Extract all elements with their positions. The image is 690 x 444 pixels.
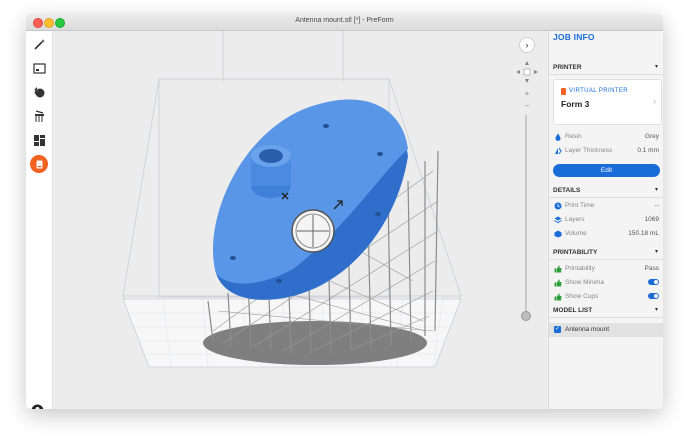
layout-icon[interactable]: [30, 59, 48, 77]
collapse-panel-button[interactable]: ›: [519, 37, 535, 53]
zoom-in-button[interactable]: +: [520, 89, 534, 99]
chevron-down-icon: ▾: [654, 187, 658, 193]
show-cups-toggle[interactable]: [648, 293, 659, 299]
layer-slider-handle[interactable]: [521, 311, 531, 321]
printer-name: Form 3: [561, 99, 590, 109]
title-bar: Antenna mount.stl [*] - PreForm: [26, 14, 663, 31]
printability-section-header[interactable]: PRINTABILITY ▾: [549, 247, 663, 260]
details-section-header[interactable]: DETAILS ▾: [549, 185, 663, 198]
resin-drop-icon: [555, 133, 561, 141]
model-list-section-header[interactable]: MODEL LIST ▾: [549, 305, 663, 318]
window-title: Antenna mount.stl [*] - PreForm: [295, 17, 394, 24]
volume-icon: [554, 230, 562, 238]
printer-section-header[interactable]: PRINTER ▾: [549, 62, 663, 75]
zoom-out-button[interactable]: –: [520, 101, 534, 111]
magic-wand-icon[interactable]: [30, 35, 48, 53]
layers-row: Layers 1069: [549, 214, 663, 226]
account-icon[interactable]: [31, 404, 44, 409]
app-window: Antenna mount.stl [*] - PreForm › + – JO…: [26, 14, 663, 409]
chevron-down-icon: ▾: [654, 249, 658, 255]
resin-row: Resin Grey: [549, 131, 663, 143]
chevron-down-icon: ▾: [654, 64, 658, 70]
orient-icon[interactable]: [30, 83, 48, 101]
show-minima-toggle[interactable]: [648, 279, 659, 285]
virtual-printer-card[interactable]: VIRTUAL PRINTER Form 3 ›: [553, 79, 662, 125]
print-time-row: Print Time --: [549, 200, 663, 212]
edit-printer-button[interactable]: Edit: [553, 164, 660, 177]
printer-icon: [561, 88, 566, 95]
layer-thickness-row: Layer Thickness 0.1 mm: [549, 145, 663, 157]
chevron-down-icon: ▾: [654, 307, 658, 313]
left-toolbar: [26, 31, 53, 409]
thumbs-up-icon: [554, 279, 562, 287]
chevron-right-icon: ›: [653, 96, 656, 106]
job-info-panel: JOB INFO PRINTER ▾ VIRTUAL PRINTER Form …: [548, 31, 663, 409]
grid-layout-icon[interactable]: [30, 131, 48, 149]
volume-row: Volume 150.18 mL: [549, 228, 663, 240]
show-cups-row: Show Cups: [549, 291, 663, 303]
3d-viewport[interactable]: › + –: [53, 31, 547, 409]
layer-slider-track[interactable]: [525, 115, 527, 315]
camera-pan-control[interactable]: [514, 59, 540, 85]
printability-row: Printability Pass: [549, 263, 663, 275]
thumbs-up-icon: [554, 265, 562, 273]
thumbs-up-icon: [554, 293, 562, 301]
clock-icon: [554, 202, 562, 210]
print-scene: [122, 31, 462, 368]
layer-thickness-icon: [555, 147, 562, 155]
print-icon[interactable]: [30, 155, 48, 173]
model-checkbox[interactable]: ✓: [554, 326, 561, 333]
layers-icon: [554, 216, 562, 224]
supports-icon[interactable]: [30, 107, 48, 125]
show-minima-row: Show Minima: [549, 277, 663, 289]
panel-title: JOB INFO: [553, 32, 595, 42]
model-list-item[interactable]: ✓ Antenna mount: [549, 323, 663, 337]
